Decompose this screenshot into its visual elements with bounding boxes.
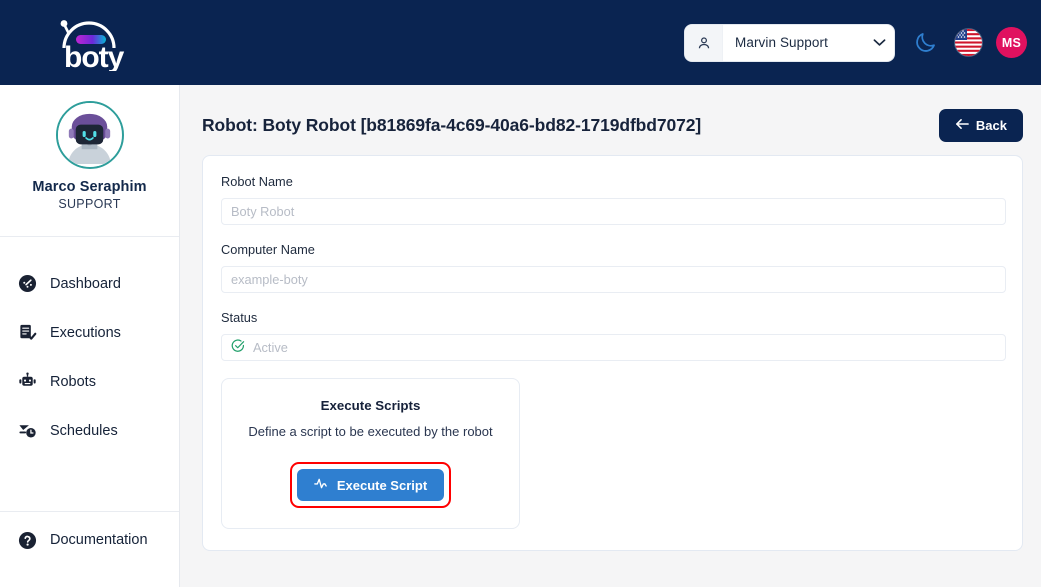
sidebar-item-schedules[interactable]: Schedules bbox=[0, 406, 179, 455]
back-button-label: Back bbox=[975, 118, 1007, 133]
person-icon bbox=[685, 24, 723, 61]
avatar[interactable]: MS bbox=[996, 27, 1027, 58]
sidebar-item-label: Documentation bbox=[50, 532, 148, 548]
sidebar-item-label: Schedules bbox=[50, 422, 118, 439]
user-select-value: Marvin Support bbox=[735, 35, 828, 50]
robot-details-card: Robot Name Boty Robot Computer Name exam… bbox=[202, 155, 1023, 551]
field-label: Computer Name bbox=[221, 242, 315, 257]
robot-icon bbox=[16, 371, 38, 393]
field-status: Status Active bbox=[221, 310, 1006, 361]
computer-name-input[interactable]: example-boty bbox=[221, 266, 1006, 293]
field-robot-name: Robot Name Boty Robot bbox=[221, 174, 1006, 225]
sidebar-item-label: Robots bbox=[50, 373, 96, 390]
check-circle-icon bbox=[231, 339, 245, 356]
back-button[interactable]: Back bbox=[938, 109, 1023, 142]
robot-avatar bbox=[55, 101, 124, 169]
dashboard-icon bbox=[16, 273, 38, 295]
sidebar-nav: Dashboard Executions Robots Schedules Do… bbox=[0, 237, 179, 560]
execute-script-button[interactable]: Execute Script bbox=[296, 469, 445, 501]
sidebar-item-executions[interactable]: Executions bbox=[0, 308, 179, 357]
executions-icon bbox=[16, 322, 38, 344]
sidebar-item-robots[interactable]: Robots bbox=[0, 357, 179, 406]
field-label: Status bbox=[221, 310, 258, 325]
execute-scripts-card: Execute Scripts Define a script to be ex… bbox=[221, 378, 520, 529]
chevron-down-icon[interactable] bbox=[864, 38, 894, 47]
field-label: Robot Name bbox=[221, 174, 293, 189]
execute-script-label: Execute Script bbox=[336, 477, 428, 493]
page-title: Robot: Boty Robot [b81869fa-4c69-40a6-bd… bbox=[202, 115, 702, 135]
main-content: Robot: Boty Robot [b81869fa-4c69-40a6-bd… bbox=[180, 85, 1041, 587]
sidebar: Marco Seraphim SUPPORT Dashboard Executi… bbox=[0, 85, 180, 587]
us-flag-icon[interactable] bbox=[955, 29, 982, 56]
schedules-icon bbox=[16, 420, 38, 442]
sidebar-item-dashboard[interactable]: Dashboard bbox=[0, 259, 179, 308]
sidebar-item-label: Executions bbox=[50, 324, 121, 341]
arrow-left-icon bbox=[955, 118, 969, 133]
pulse-icon bbox=[313, 477, 329, 493]
sidebar-profile: Marco Seraphim SUPPORT bbox=[0, 85, 179, 237]
help-circle-icon bbox=[16, 529, 38, 551]
sidebar-item-label: Dashboard bbox=[50, 275, 121, 292]
page-header: Robot: Boty Robot [b81869fa-4c69-40a6-bd… bbox=[180, 85, 1041, 142]
top-bar: boty Marvin Support MS bbox=[0, 0, 1041, 85]
execute-scripts-title: Execute Scripts bbox=[320, 398, 421, 413]
topbar-actions: Marvin Support MS bbox=[684, 0, 1027, 85]
robot-name-input[interactable]: Boty Robot bbox=[221, 198, 1006, 225]
profile-name: Marco Seraphim bbox=[32, 179, 147, 195]
field-computer-name: Computer Name example-boty bbox=[221, 242, 1006, 293]
execute-script-highlight: Execute Script bbox=[289, 462, 452, 508]
computer-name-placeholder: example-boty bbox=[231, 272, 308, 287]
robot-name-placeholder: Boty Robot bbox=[231, 204, 295, 219]
moon-icon[interactable] bbox=[909, 27, 941, 59]
sidebar-item-documentation[interactable]: Documentation bbox=[0, 511, 179, 560]
status-input[interactable]: Active bbox=[221, 334, 1006, 361]
app-root: boty Marvin Support MS Marco Seraphim SU… bbox=[0, 0, 1041, 587]
brand-logo[interactable]: boty bbox=[0, 0, 180, 85]
execute-scripts-subtitle: Define a script to be executed by the ro… bbox=[248, 424, 493, 439]
status-value: Active bbox=[253, 340, 288, 355]
svg-text:boty: boty bbox=[64, 41, 125, 71]
user-select[interactable]: Marvin Support bbox=[684, 23, 895, 62]
profile-role: SUPPORT bbox=[58, 197, 121, 211]
